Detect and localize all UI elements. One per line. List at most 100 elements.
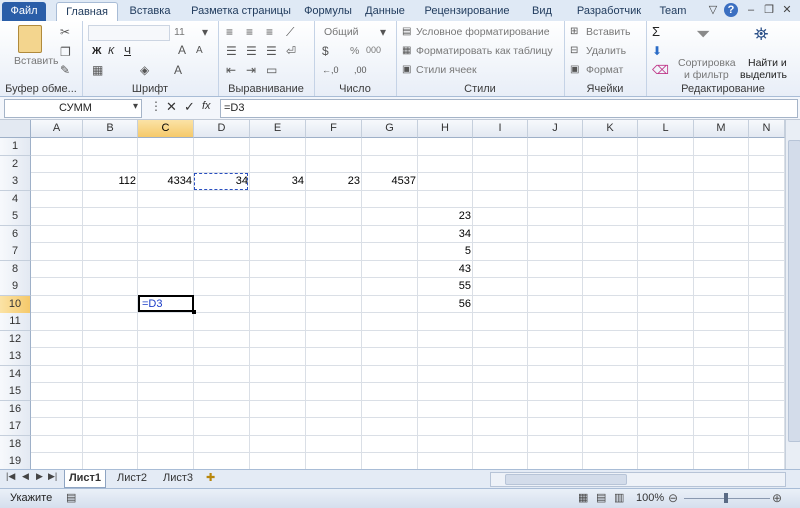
row-header-14[interactable]: 14: [0, 365, 31, 384]
close-window-icon[interactable]: ✕: [780, 3, 794, 17]
row-header-17[interactable]: 17: [0, 418, 31, 436]
row-header-8[interactable]: 8: [0, 260, 31, 279]
active-cell-c10[interactable]: =D3: [138, 295, 194, 312]
row-header-7[interactable]: 7: [0, 243, 31, 261]
formula-input[interactable]: =D3: [220, 99, 798, 118]
first-sheet-icon[interactable]: |◀: [6, 471, 15, 482]
bold-button[interactable]: Ж: [92, 45, 102, 57]
borders-icon[interactable]: ▦: [92, 63, 103, 77]
tab-developer[interactable]: Разработчик: [570, 2, 648, 21]
decrease-indent-icon[interactable]: ⇤: [226, 63, 236, 77]
normal-view-icon[interactable]: ▦: [578, 491, 588, 504]
sheet-tab-1[interactable]: Лист1: [64, 470, 106, 488]
sheet-tab-2[interactable]: Лист2: [110, 470, 154, 487]
tab-view[interactable]: Вид: [528, 2, 556, 21]
column-header-k[interactable]: K: [583, 120, 638, 138]
orientation-icon[interactable]: ⟋: [286, 25, 294, 39]
tab-formulas[interactable]: Формулы: [300, 2, 356, 21]
column-header-l[interactable]: L: [638, 120, 694, 138]
fill-handle[interactable]: [192, 310, 196, 314]
delete-cells-button[interactable]: Удалить: [586, 45, 626, 57]
format-cells-button[interactable]: Формат: [586, 64, 623, 76]
autosum-icon[interactable]: Σ: [652, 25, 660, 39]
thousands-button[interactable]: 000: [366, 45, 381, 55]
font-color-icon[interactable]: A: [174, 63, 182, 77]
vertical-scroll-thumb[interactable]: [788, 140, 800, 442]
enter-icon[interactable]: ✓: [184, 99, 195, 115]
number-format-select[interactable]: Общий: [324, 26, 359, 38]
align-left-icon[interactable]: ☰: [226, 44, 237, 58]
wrap-text-icon[interactable]: ⏎: [286, 44, 296, 58]
cell-c3[interactable]: 4334: [138, 173, 194, 190]
worksheet-grid[interactable]: ABCDEFGHIJKLMN 1 2 3 4 5 6 7 8 9 10 11 12 13 14 15 16 17…: [0, 120, 800, 471]
zoom-slider-thumb[interactable]: [724, 493, 728, 503]
align-right-icon[interactable]: ☰: [266, 44, 277, 58]
conditional-format-button[interactable]: Условное форматирование: [416, 26, 550, 38]
name-box[interactable]: СУММ ▾: [4, 99, 142, 118]
row-header-11[interactable]: 11: [0, 313, 31, 331]
name-box-dropdown-icon[interactable]: ▾: [133, 101, 138, 112]
align-top-icon[interactable]: ≡: [226, 25, 233, 39]
cell-h9[interactable]: 55: [418, 278, 473, 295]
row-header-3[interactable]: 3: [0, 173, 31, 191]
cut-icon[interactable]: ✂: [60, 25, 70, 39]
select-all-corner[interactable]: [0, 120, 31, 138]
underline-button[interactable]: Ч: [124, 45, 131, 57]
row-header-13[interactable]: 13: [0, 348, 31, 366]
increase-decimal-icon[interactable]: ←,0: [322, 63, 339, 77]
tab-review[interactable]: Рецензирование: [418, 2, 516, 21]
cell-g3[interactable]: 4537: [362, 173, 418, 190]
column-header-e[interactable]: E: [250, 120, 306, 138]
cell-h8[interactable]: 43: [418, 261, 473, 278]
row-header-1[interactable]: 1: [0, 138, 31, 156]
cell-h5[interactable]: 23: [418, 208, 473, 225]
cancel-icon[interactable]: ✕: [166, 99, 177, 115]
macro-record-icon[interactable]: ▤: [66, 491, 76, 504]
row-header-9[interactable]: 9: [0, 278, 31, 296]
font-size-dropdown-icon[interactable]: ▾: [202, 25, 208, 39]
cell-f3[interactable]: 23: [306, 173, 362, 190]
tab-insert[interactable]: Вставка: [122, 2, 178, 21]
paste-button[interactable]: Вставить: [14, 55, 59, 67]
italic-button[interactable]: К: [108, 45, 114, 57]
column-header-f[interactable]: F: [306, 120, 362, 138]
insert-function-icon[interactable]: fx: [202, 100, 211, 112]
tab-team[interactable]: Team: [656, 2, 690, 21]
row-header-18[interactable]: 18: [0, 435, 31, 454]
font-name-input[interactable]: [88, 25, 170, 41]
column-header-h[interactable]: H: [418, 120, 473, 138]
insert-sheet-icon[interactable]: ✚: [206, 471, 215, 484]
formula-bar-resize-icon[interactable]: ⋮: [150, 99, 162, 113]
zoom-in-icon[interactable]: ⊕: [772, 491, 782, 505]
grow-font-icon[interactable]: A: [178, 43, 186, 57]
cell-e3[interactable]: 34: [250, 173, 306, 190]
last-sheet-icon[interactable]: ▶|: [48, 471, 57, 482]
sort-filter-icon[interactable]: ⏷: [696, 25, 710, 43]
align-bottom-icon[interactable]: ≡: [266, 25, 273, 39]
find-select-label-2[interactable]: выделить: [740, 69, 787, 81]
tab-data[interactable]: Данные: [360, 2, 410, 21]
column-header-j[interactable]: J: [528, 120, 583, 138]
row-header-12[interactable]: 12: [0, 330, 31, 349]
tab-home[interactable]: Главная: [56, 2, 118, 23]
number-format-dropdown-icon[interactable]: ▾: [380, 25, 386, 39]
column-header-b[interactable]: B: [83, 120, 138, 138]
column-header-d[interactable]: D: [194, 120, 250, 138]
horizontal-scroll-thumb[interactable]: [505, 474, 627, 485]
increase-indent-icon[interactable]: ⇥: [246, 63, 256, 77]
minimize-ribbon-icon[interactable]: ▽: [706, 3, 720, 17]
percent-button[interactable]: %: [350, 45, 359, 57]
fill-icon[interactable]: ⬇: [652, 44, 662, 58]
cell-b3[interactable]: 112: [83, 173, 138, 190]
column-header-m[interactable]: M: [694, 120, 749, 138]
align-middle-icon[interactable]: ≡: [246, 25, 253, 39]
format-as-table-button[interactable]: Форматировать как таблицу: [416, 45, 553, 57]
sort-filter-label[interactable]: Сортировка: [678, 57, 736, 69]
find-select-label[interactable]: Найти и: [748, 57, 787, 69]
minimize-window-icon[interactable]: –: [744, 3, 758, 17]
prev-sheet-icon[interactable]: ◀: [22, 471, 29, 482]
column-header-i[interactable]: I: [473, 120, 528, 138]
horizontal-scrollbar[interactable]: [490, 472, 786, 487]
zoom-level[interactable]: 100%: [636, 492, 664, 504]
font-size-input[interactable]: 11: [174, 26, 185, 38]
